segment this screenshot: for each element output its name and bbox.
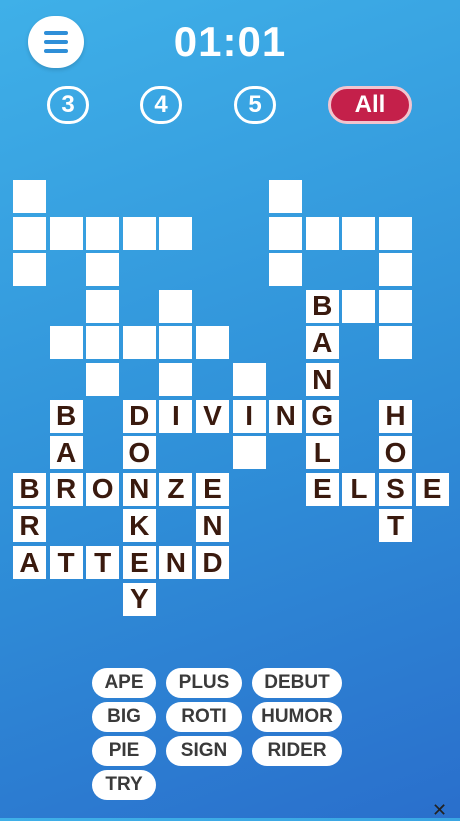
menu-button[interactable] bbox=[28, 16, 84, 68]
grid-cell-empty[interactable] bbox=[86, 253, 120, 287]
hamburger-icon-line bbox=[44, 40, 68, 44]
grid-cell-empty[interactable] bbox=[49, 326, 83, 360]
grid-cell-empty[interactable] bbox=[86, 326, 120, 360]
grid-cell-empty[interactable] bbox=[305, 216, 339, 250]
grid-cell-empty[interactable] bbox=[122, 216, 156, 250]
grid-cell-letter[interactable]: I bbox=[232, 399, 266, 433]
grid-cell-letter[interactable]: A bbox=[305, 326, 339, 360]
word-chip-plus[interactable]: PLUS bbox=[166, 668, 242, 698]
grid-cell-letter[interactable]: Y bbox=[122, 582, 156, 616]
grid-cell-empty[interactable] bbox=[13, 216, 46, 250]
grid-cell-letter[interactable]: O bbox=[86, 472, 120, 506]
grid-cell-letter[interactable]: B bbox=[49, 399, 83, 433]
grid-cell-letter[interactable]: Z bbox=[159, 472, 193, 506]
grid-cell-letter[interactable]: I bbox=[159, 399, 193, 433]
word-chip-pie[interactable]: PIE bbox=[92, 736, 156, 766]
grid-cell-empty[interactable] bbox=[86, 363, 120, 396]
grid-cell-empty[interactable] bbox=[13, 253, 46, 287]
grid-cell-letter[interactable]: O bbox=[379, 436, 412, 470]
grid-cell-letter[interactable]: S bbox=[379, 472, 412, 506]
grid-cell-letter[interactable]: E bbox=[122, 546, 156, 579]
grid-cell-empty[interactable] bbox=[49, 216, 83, 250]
filter-3-button[interactable]: 3 bbox=[47, 86, 89, 124]
grid-cell-empty[interactable] bbox=[379, 253, 412, 287]
grid-cell-empty[interactable] bbox=[159, 363, 193, 396]
grid-cell-letter[interactable]: R bbox=[49, 472, 83, 506]
grid-cell-letter[interactable]: N bbox=[269, 399, 303, 433]
timer: 01:01 bbox=[173, 18, 287, 65]
grid-cell-empty[interactable] bbox=[379, 289, 412, 323]
grid-cell-empty[interactable] bbox=[269, 180, 303, 213]
grid-cell-letter[interactable]: E bbox=[305, 472, 339, 506]
filter-4-button[interactable]: 4 bbox=[140, 86, 182, 124]
word-chip-sign[interactable]: SIGN bbox=[166, 736, 242, 766]
grid-cell-letter[interactable]: N bbox=[305, 363, 339, 396]
grid-cell-letter[interactable]: E bbox=[196, 472, 229, 506]
grid-cell-empty[interactable] bbox=[159, 326, 193, 360]
grid-cell-empty[interactable] bbox=[196, 326, 229, 360]
grid-cell-empty[interactable] bbox=[379, 216, 412, 250]
grid-cell-empty[interactable] bbox=[86, 216, 120, 250]
grid-cell-letter[interactable]: D bbox=[196, 546, 229, 579]
grid-cell-letter[interactable]: O bbox=[122, 436, 156, 470]
filter-5-button[interactable]: 5 bbox=[234, 86, 276, 124]
filter-all-button[interactable]: All bbox=[328, 86, 412, 124]
word-chip-roti[interactable]: ROTI bbox=[166, 702, 242, 732]
grid-cell-letter[interactable]: T bbox=[379, 509, 412, 543]
word-chip-try[interactable]: TRY bbox=[92, 770, 156, 800]
grid-cell-empty[interactable] bbox=[86, 289, 120, 323]
grid-cell-letter[interactable]: T bbox=[49, 546, 83, 579]
word-chip-humor[interactable]: HUMOR bbox=[252, 702, 342, 732]
grid-cell-empty[interactable] bbox=[269, 253, 303, 287]
grid-cell-letter[interactable]: N bbox=[122, 472, 156, 506]
grid-cell-empty[interactable] bbox=[379, 326, 412, 360]
grid-cell-empty[interactable] bbox=[13, 180, 46, 213]
grid-cell-empty[interactable] bbox=[159, 289, 193, 323]
grid-cell-empty[interactable] bbox=[232, 363, 266, 396]
grid-cell-letter[interactable]: E bbox=[415, 472, 449, 506]
hamburger-icon-line bbox=[44, 49, 68, 53]
grid-cell-letter[interactable]: H bbox=[379, 399, 412, 433]
grid-cell-letter[interactable]: B bbox=[13, 472, 46, 506]
grid-cell-letter[interactable]: L bbox=[305, 436, 339, 470]
grid-cell-letter[interactable]: L bbox=[342, 472, 376, 506]
hamburger-icon-line bbox=[44, 31, 68, 35]
grid-cell-letter[interactable]: T bbox=[86, 546, 120, 579]
grid-cell-empty[interactable] bbox=[232, 436, 266, 470]
grid-cell-empty[interactable] bbox=[269, 216, 303, 250]
grid-cell-letter[interactable]: N bbox=[196, 509, 229, 543]
grid-cell-letter[interactable]: K bbox=[122, 509, 156, 543]
grid-cell-empty[interactable] bbox=[122, 326, 156, 360]
grid-cell-letter[interactable]: A bbox=[13, 546, 46, 579]
word-chip-big[interactable]: BIG bbox=[92, 702, 156, 732]
grid-cell-letter[interactable]: D bbox=[122, 399, 156, 433]
word-chip-ape[interactable]: APE bbox=[92, 668, 156, 698]
grid-cell-letter[interactable]: A bbox=[49, 436, 83, 470]
grid-cell-letter[interactable]: B bbox=[305, 289, 339, 323]
word-chip-debut[interactable]: DEBUT bbox=[252, 668, 342, 698]
grid-cell-empty[interactable] bbox=[159, 216, 193, 250]
grid-cell-empty[interactable] bbox=[342, 289, 376, 323]
grid-cell-letter[interactable]: N bbox=[159, 546, 193, 579]
grid-cell-letter[interactable]: G bbox=[305, 399, 339, 433]
grid-cell-letter[interactable]: V bbox=[196, 399, 229, 433]
word-chip-rider[interactable]: RIDER bbox=[252, 736, 342, 766]
grid-cell-letter[interactable]: R bbox=[13, 509, 46, 543]
grid-cell-empty[interactable] bbox=[342, 216, 376, 250]
